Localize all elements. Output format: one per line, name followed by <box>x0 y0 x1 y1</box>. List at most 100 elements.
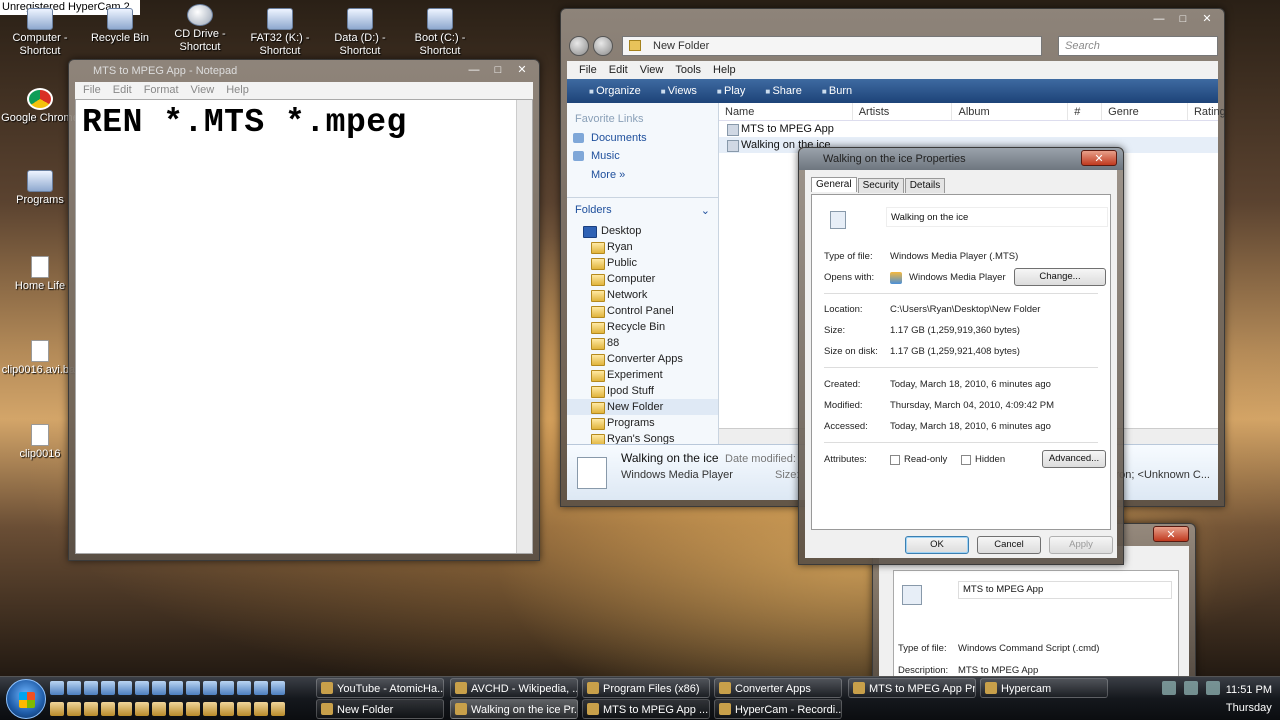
taskbar-button-new-folder[interactable]: New Folder <box>316 699 444 719</box>
taskbar-button-walking-props[interactable]: Walking on the ice Pr... <box>450 699 578 719</box>
menu-view[interactable]: View <box>191 82 215 99</box>
quick-launch-icon[interactable] <box>84 702 98 716</box>
quick-launch-icon[interactable] <box>186 702 200 716</box>
share-button[interactable]: Share <box>765 79 801 103</box>
cancel-button[interactable]: Cancel <box>977 536 1041 554</box>
menu-file[interactable]: File <box>83 82 101 99</box>
maximize-icon[interactable]: □ <box>487 62 509 78</box>
menu-help[interactable]: Help <box>226 82 249 99</box>
quick-launch-icon[interactable] <box>254 681 268 695</box>
quick-launch-icon[interactable] <box>50 702 64 716</box>
organize-button[interactable]: Organize <box>589 79 641 103</box>
quick-launch-icon[interactable] <box>220 681 234 695</box>
ok-button[interactable]: OK <box>905 536 969 554</box>
desktop-icon-boot-drive[interactable]: Boot (C:) - Shortcut <box>400 8 480 58</box>
menu-edit[interactable]: Edit <box>609 61 628 79</box>
close-icon[interactable]: ✕ <box>511 62 533 78</box>
notepad-content[interactable]: REN *.MTS *.mpeg <box>82 104 407 141</box>
volume-icon[interactable] <box>1184 681 1198 695</box>
quick-launch-icon[interactable] <box>135 702 149 716</box>
quick-launch-icon[interactable] <box>84 681 98 695</box>
tree-item-control-panel[interactable]: Control Panel <box>567 303 718 319</box>
tab-details[interactable]: Details <box>904 178 946 193</box>
desktop-icon-data-drive[interactable]: Data (D:) - Shortcut <box>320 8 400 58</box>
taskbar-button-youtube[interactable]: YouTube - AtomicHa... <box>316 678 444 698</box>
nav-music[interactable]: Music <box>567 147 718 165</box>
notepad-window[interactable]: MTS to MPEG App - Notepad — □ ✕ File Edi… <box>68 59 540 561</box>
quick-launch-icon[interactable] <box>254 702 268 716</box>
menu-file[interactable]: File <box>579 61 597 79</box>
menu-format[interactable]: Format <box>144 82 179 99</box>
quick-launch-icon[interactable] <box>203 702 217 716</box>
taskbar-button-program-files[interactable]: Program Files (x86) <box>582 678 710 698</box>
nav-more-link[interactable]: More » <box>567 165 718 189</box>
taskbar-button-mts-props[interactable]: MTS to MPEG App Pr... <box>848 678 976 698</box>
column-artists[interactable]: Artists <box>853 103 953 120</box>
tree-item-recycle-bin[interactable]: Recycle Bin <box>567 319 718 335</box>
tree-item-desktop[interactable]: Desktop <box>567 223 718 239</box>
column-name[interactable]: Name <box>719 103 853 120</box>
views-button[interactable]: Views <box>661 79 697 103</box>
burn-button[interactable]: Burn <box>822 79 852 103</box>
forward-button[interactable] <box>593 36 613 56</box>
quick-launch-icon[interactable] <box>220 702 234 716</box>
column-rating[interactable]: Rating <box>1188 103 1226 120</box>
properties2-filename[interactable]: MTS to MPEG App <box>958 581 1172 599</box>
taskbar-button-converter-apps[interactable]: Converter Apps <box>714 678 842 698</box>
quick-launch-icon[interactable] <box>101 702 115 716</box>
menu-view[interactable]: View <box>640 61 664 79</box>
quick-launch-icon[interactable] <box>118 702 132 716</box>
filename-field[interactable]: Walking on the ice <box>886 207 1108 227</box>
hidden-checkbox[interactable] <box>961 455 971 465</box>
readonly-checkbox[interactable] <box>890 455 900 465</box>
network-icon[interactable] <box>1162 681 1176 695</box>
quick-launch-icon[interactable] <box>50 681 64 695</box>
folders-header[interactable]: Folders ⌄ <box>567 197 718 223</box>
quick-launch-icon[interactable] <box>203 681 217 695</box>
change-button[interactable]: Change... <box>1014 268 1106 286</box>
advanced-button[interactable]: Advanced... <box>1042 450 1106 468</box>
desktop-icon-cd-drive[interactable]: CD Drive - Shortcut <box>160 4 240 54</box>
quick-launch-icon[interactable] <box>169 681 183 695</box>
tree-item-converter-apps[interactable]: Converter Apps <box>567 351 718 367</box>
quick-launch-icon[interactable] <box>237 681 251 695</box>
taskbar-button-avchd[interactable]: AVCHD - Wikipedia, ... <box>450 678 578 698</box>
quick-launch-icon[interactable] <box>186 681 200 695</box>
desktop-icon-recycle-bin[interactable]: Recycle Bin <box>80 8 160 45</box>
menu-help[interactable]: Help <box>713 61 736 79</box>
column-genre[interactable]: Genre <box>1102 103 1188 120</box>
search-input[interactable]: Search <box>1058 36 1218 56</box>
nav-documents[interactable]: Documents <box>567 129 718 147</box>
tree-item-88[interactable]: 88 <box>567 335 718 351</box>
quick-launch-icon[interactable] <box>118 681 132 695</box>
tab-security[interactable]: Security <box>857 178 904 193</box>
tab-general[interactable]: General <box>811 177 857 192</box>
quick-launch-icon[interactable] <box>271 702 285 716</box>
desktop-icon-fat32[interactable]: FAT32 (K:) - Shortcut <box>240 8 320 58</box>
taskbar-button-hypercam-recording[interactable]: HyperCam - Recordi... <box>714 699 842 719</box>
properties-dialog[interactable]: Walking on the ice Properties ✕ General … <box>798 147 1124 565</box>
explorer-titlebar[interactable]: — □ ✕ <box>561 9 1224 33</box>
apply-button[interactable]: Apply <box>1049 536 1113 554</box>
file-row[interactable]: MTS to MPEG App <box>719 121 1218 137</box>
quick-launch-icon[interactable] <box>67 681 81 695</box>
tree-item-computer[interactable]: Computer <box>567 271 718 287</box>
menu-tools[interactable]: Tools <box>675 61 701 79</box>
quick-launch-icon[interactable] <box>237 702 251 716</box>
notepad-editor[interactable]: REN *.MTS *.mpeg <box>75 99 533 554</box>
menu-edit[interactable]: Edit <box>113 82 132 99</box>
back-button[interactable] <box>569 36 589 56</box>
quick-launch-icon[interactable] <box>67 702 81 716</box>
tree-item-experiment[interactable]: Experiment <box>567 367 718 383</box>
notepad-titlebar[interactable]: MTS to MPEG App - Notepad — □ ✕ <box>69 60 539 82</box>
tree-item-ipod-stuff[interactable]: Ipod Stuff <box>567 383 718 399</box>
taskbar-button-hypercam[interactable]: Hypercam <box>980 678 1108 698</box>
tray-icon[interactable] <box>1206 681 1220 695</box>
quick-launch-icon[interactable] <box>152 702 166 716</box>
tree-item-programs[interactable]: Programs <box>567 415 718 431</box>
play-button[interactable]: Play <box>717 79 745 103</box>
tree-item-new-folder[interactable]: New Folder <box>567 399 718 415</box>
desktop-icon-computer[interactable]: Computer - Shortcut <box>0 8 80 58</box>
maximize-icon[interactable]: □ <box>1172 11 1194 27</box>
quick-launch-icon[interactable] <box>271 681 285 695</box>
